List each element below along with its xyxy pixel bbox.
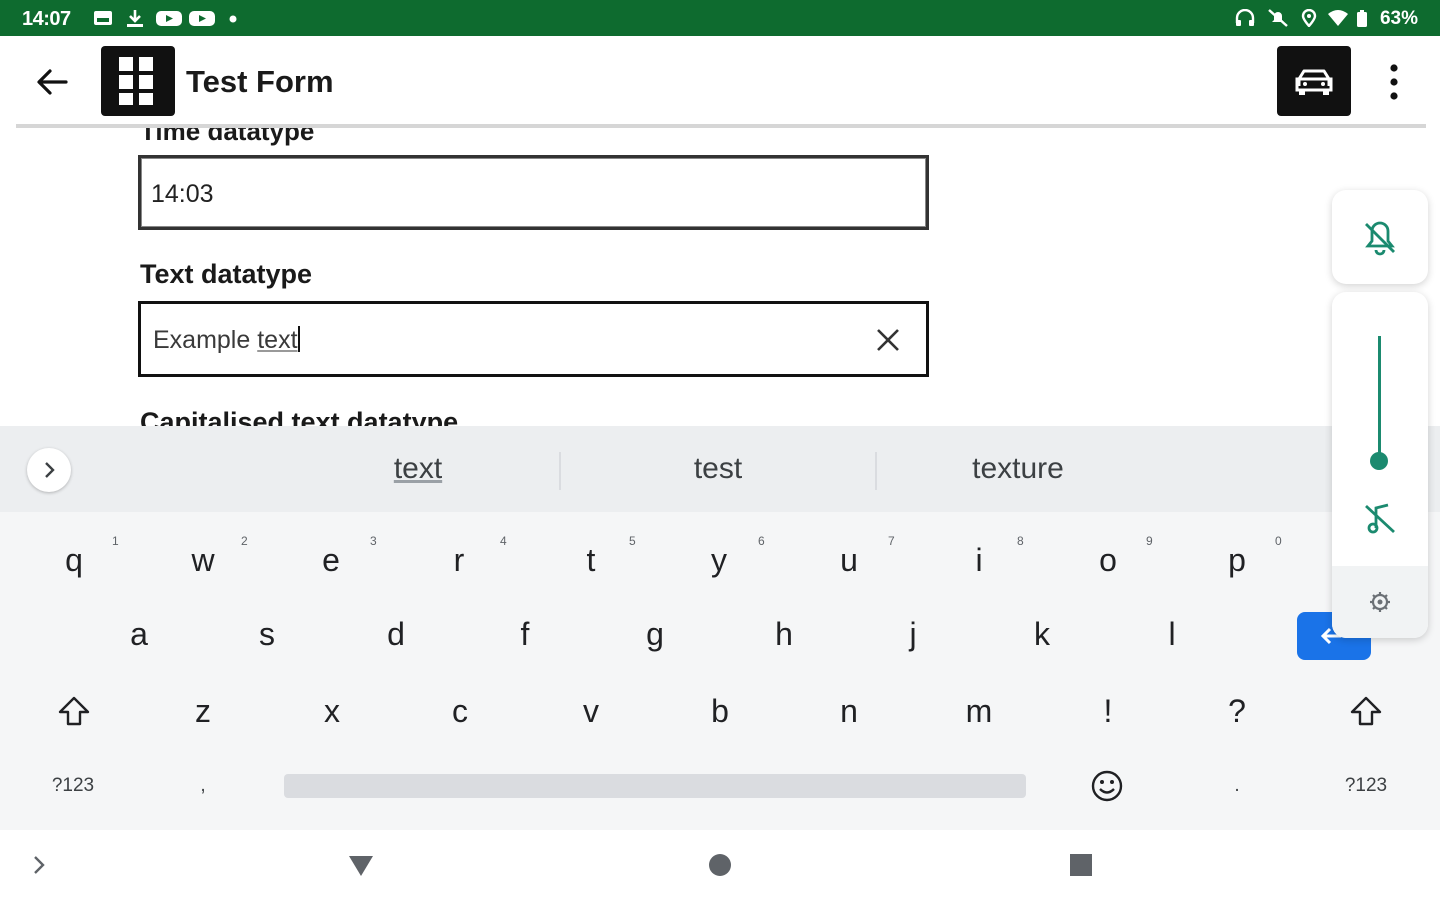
key-exclamation[interactable]: ! [1058,681,1158,741]
key-q[interactable]: q [24,530,124,590]
key-question[interactable]: ? [1187,681,1287,741]
headset-icon [1235,9,1255,26]
suggestion-strip: text test texture [0,426,1440,512]
key-v[interactable]: v [541,681,641,741]
text-field-value-prefix: Example [153,326,258,354]
ringer-off-icon [1365,221,1395,256]
key-i[interactable]: i [929,530,1029,590]
media-muted-icon[interactable] [1362,500,1398,536]
key-period[interactable]: . [1187,756,1287,816]
battery-icon [1357,10,1367,27]
time-datatype-label: Time datatype [140,128,315,146]
key-hint: 9 [1146,534,1153,548]
key-hint: 4 [500,534,507,548]
key-t[interactable]: t [541,530,641,590]
key-p[interactable]: p [1187,530,1287,590]
wifi-icon [1328,10,1348,26]
key-l[interactable]: l [1122,604,1222,664]
grid-logo-icon[interactable] [101,46,175,116]
back-triangle-icon[interactable] [343,850,379,880]
key-h[interactable]: h [734,604,834,664]
key-r[interactable]: r [409,530,509,590]
key-z[interactable]: z [153,681,253,741]
key-b[interactable]: b [670,681,770,741]
location-icon [1301,9,1317,27]
space-bar[interactable] [284,774,1026,798]
form-area: Time datatype 14:03 Text datatype Exampl… [0,128,1440,426]
key-e[interactable]: e [281,530,381,590]
app-bar: Test Form [0,36,1440,128]
keyboard: text test texture q 1 w 2 e 3 r 4 t 5 y … [0,426,1440,830]
key-x[interactable]: x [282,681,382,741]
key-w[interactable]: w [153,530,253,590]
battery-percent: 63% [1379,8,1418,29]
dot-icon [229,15,237,23]
navigation-bar [0,830,1440,900]
key-y[interactable]: y [669,530,769,590]
youtube-icon [189,11,215,26]
ringer-toggle[interactable] [1332,190,1428,284]
time-field-value: 14:03 [151,180,214,208]
chevron-right-icon[interactable] [24,850,54,880]
key-hint: 2 [241,534,248,548]
more-vert-icon[interactable] [1376,60,1412,104]
youtube-icon [156,11,182,26]
recents-square-icon[interactable] [1064,848,1098,882]
key-o[interactable]: o [1058,530,1158,590]
key-d[interactable]: d [346,604,446,664]
key-n[interactable]: n [799,681,899,741]
download-icon [127,10,143,27]
symbols-key-right[interactable]: ?123 [1316,756,1416,816]
key-c[interactable]: c [410,681,510,741]
suggestion-1[interactable]: text [268,452,568,486]
time-field[interactable]: 14:03 [138,155,929,230]
status-bar: 14:07 63% [0,0,1440,36]
gallery-icon [94,11,112,25]
settings-icon [1370,592,1390,612]
home-circle-icon[interactable] [703,848,737,882]
key-hint: 5 [629,534,636,548]
emoji-icon[interactable] [1089,768,1125,804]
key-s[interactable]: s [217,604,317,664]
key-hint: 8 [1017,534,1024,548]
key-comma[interactable]: , [153,756,253,816]
chevron-right-icon [45,462,55,478]
key-g[interactable]: g [605,604,705,664]
volume-settings-button[interactable] [1332,566,1428,638]
text-field-value-word: text [257,326,298,354]
key-f[interactable]: f [475,604,575,664]
key-a[interactable]: a [89,604,189,664]
shift-left-icon[interactable] [52,694,96,730]
page-title: Test Form [186,64,334,99]
clear-icon[interactable] [872,324,904,356]
suggestion-2[interactable]: test [568,452,868,486]
shift-right-icon[interactable] [1344,694,1388,730]
volume-panel [1332,292,1428,638]
car-icon[interactable] [1277,46,1351,116]
key-hint: 0 [1275,534,1282,548]
symbols-key-left[interactable]: ?123 [23,756,123,816]
suggestion-divider [559,452,561,490]
bell-off-icon [1268,9,1288,27]
key-hint: 3 [370,534,377,548]
text-cursor [297,326,300,352]
key-u[interactable]: u [799,530,899,590]
text-field-value: Example text [153,326,300,355]
key-hint: 7 [888,534,895,548]
key-hint: 1 [112,534,119,548]
text-datatype-label: Text datatype [140,259,313,289]
expand-toolbar-button[interactable] [27,448,71,492]
suggestion-3[interactable]: texture [868,452,1168,486]
volume-slider-thumb[interactable] [1370,452,1388,470]
text-field[interactable]: Example text [138,301,929,377]
key-k[interactable]: k [992,604,1092,664]
capitalised-text-label: Capitalised text datatype [140,407,459,426]
volume-slider-track[interactable] [1378,336,1381,462]
status-time: 14:07 [22,8,71,30]
back-arrow-icon[interactable] [30,62,76,102]
key-m[interactable]: m [929,681,1029,741]
key-j[interactable]: j [863,604,963,664]
key-hint: 6 [758,534,765,548]
